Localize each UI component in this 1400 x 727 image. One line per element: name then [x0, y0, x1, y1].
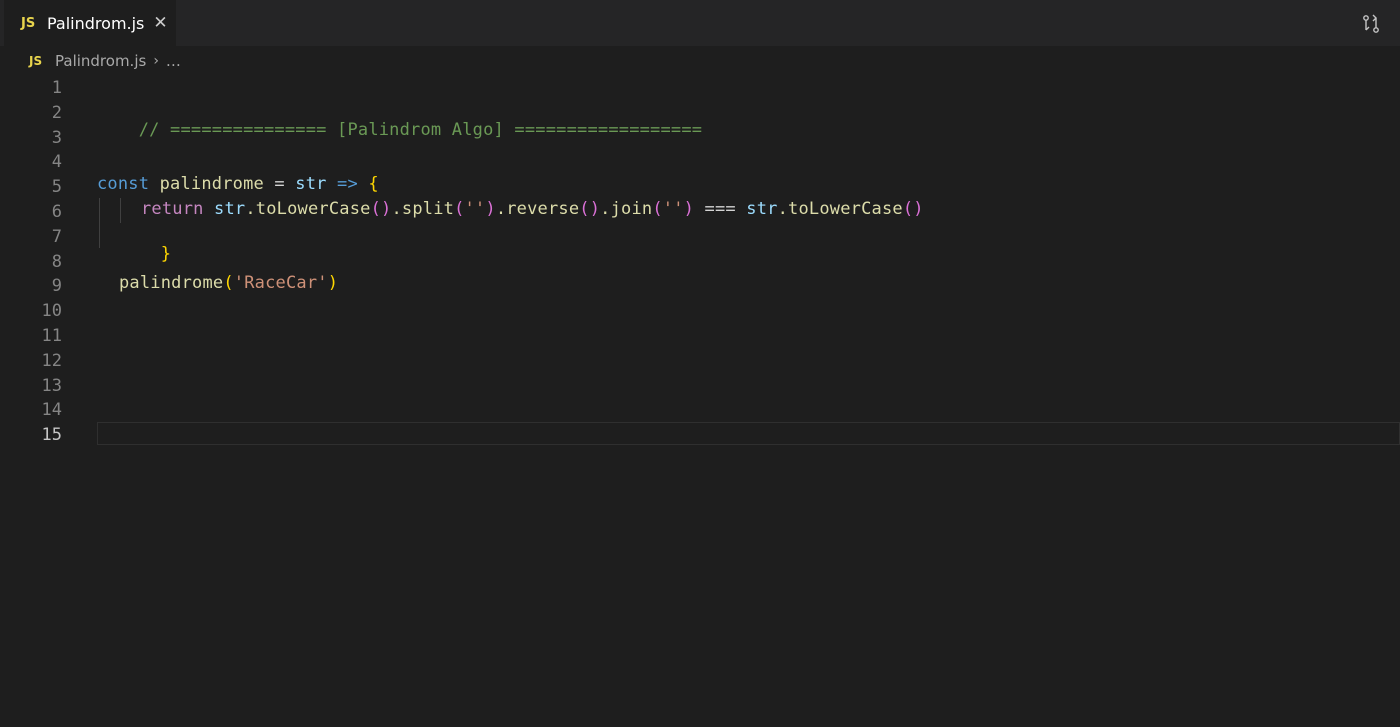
javascript-file-icon: JS [29, 54, 43, 68]
line-number: 7 [51, 226, 62, 247]
paren: ) [485, 198, 496, 219]
identifier: str [746, 198, 778, 219]
paren: ) [327, 273, 339, 294]
line-number: 4 [51, 152, 62, 173]
keyword-const: const [97, 174, 150, 194]
breadcrumb-symbols[interactable]: … [166, 52, 181, 70]
method: .reverse [495, 198, 580, 219]
string: '' [662, 198, 684, 219]
line-number: 13 [41, 375, 62, 396]
paren: ) [683, 198, 695, 219]
method: .split [391, 198, 455, 219]
current-line-highlight [97, 422, 1400, 445]
operator: = [263, 174, 296, 194]
param: str [295, 174, 327, 194]
paren: ( [223, 273, 234, 294]
line-number: 3 [51, 127, 62, 148]
code-line-2: // =============== [Palindrom Algo] ====… [97, 100, 702, 160]
line-number: 12 [41, 350, 62, 371]
tab-label: Palindrom.js [47, 13, 145, 33]
string: 'RaceCar' [233, 273, 328, 294]
code-line-9: palindrome('RaceCar') [119, 273, 338, 293]
method: .toLowerCase [777, 198, 903, 219]
paren: () [370, 198, 392, 219]
tab-bar: JS Palindrom.js ✕ [0, 0, 1400, 46]
line-number: 10 [41, 301, 62, 322]
string: '' [464, 198, 486, 219]
arrow: => [326, 174, 369, 194]
operator: === [694, 198, 747, 219]
line-number: 15 [41, 425, 62, 446]
line-number: 8 [51, 251, 62, 272]
line-number: 2 [51, 102, 62, 123]
javascript-file-icon: JS [21, 15, 36, 31]
method: .join [600, 198, 653, 219]
close-icon[interactable]: ✕ [153, 13, 167, 33]
code-editor[interactable]: 1 2 3 4 5 6 7 8 9 10 11 12 13 14 15 // ===============… [0, 76, 1400, 727]
code-line-5: const palindrome = str => { [97, 174, 379, 194]
method: .toLowerCase [245, 198, 371, 219]
function-name: palindrome [159, 174, 264, 194]
identifier: str [214, 198, 246, 219]
comment: // =============== [Palindrom Algo] ====… [138, 119, 703, 140]
chevron-right-icon: › [153, 53, 159, 69]
indent-guide [99, 198, 100, 248]
breadcrumb-file[interactable]: Palindrom.js [55, 52, 146, 70]
line-number: 5 [51, 177, 62, 198]
code-line-6: return str.toLowerCase().split('').rever… [141, 199, 924, 219]
keyword-return: return [141, 198, 204, 219]
paren: () [579, 198, 601, 219]
tab-palindrom-js[interactable]: JS Palindrom.js ✕ [4, 0, 176, 46]
indent-guide [120, 198, 121, 223]
brace-open: { [368, 174, 379, 194]
brace-close: } [160, 243, 172, 264]
line-number: 14 [41, 400, 62, 421]
paren: ( [652, 198, 663, 219]
paren: () [902, 198, 924, 219]
function-call: palindrome [119, 273, 224, 294]
breadcrumb: JS Palindrom.js › … [0, 46, 1400, 76]
paren: ( [454, 198, 465, 219]
open-changes-icon[interactable] [1360, 13, 1382, 35]
line-number: 9 [51, 276, 62, 297]
line-number: 11 [41, 326, 62, 346]
line-number: 1 [51, 78, 62, 98]
line-number: 6 [51, 202, 62, 222]
